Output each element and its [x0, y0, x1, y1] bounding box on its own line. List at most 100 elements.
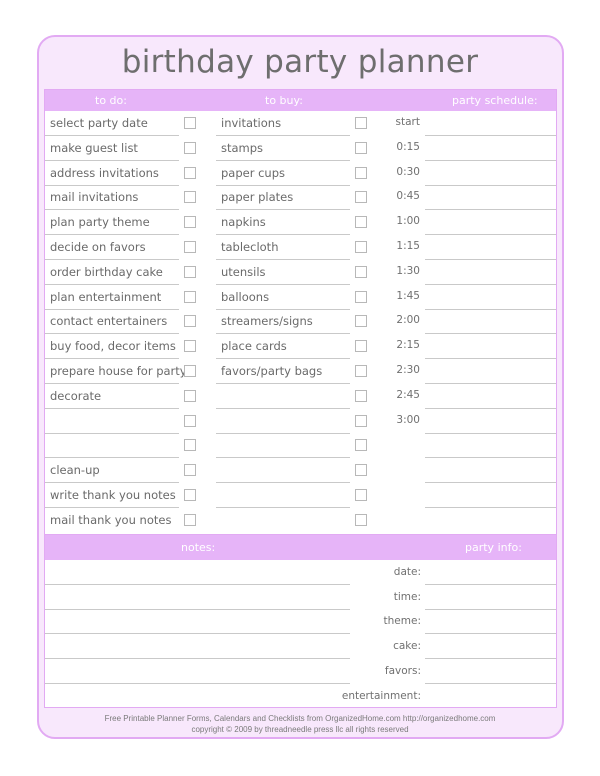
tobuy-checkbox[interactable] [355, 216, 367, 229]
checklist-row: mail thank you notes [45, 508, 556, 533]
schedule-time: 1:30 [396, 264, 420, 277]
todo-item: select party date [50, 116, 148, 130]
tobuy-checkbox[interactable] [355, 365, 367, 377]
schedule-time: 0:30 [396, 165, 420, 178]
checklist-row: decorate 2:45 [45, 384, 556, 409]
todo-checkbox[interactable] [184, 191, 196, 204]
tobuy-item: streamers/signs [221, 314, 313, 329]
tobuy-checkbox[interactable] [355, 315, 367, 328]
tobuy-item: tablecloth [221, 240, 279, 254]
todo-checkbox[interactable] [184, 513, 196, 526]
party-info-label: entertainment: [341, 689, 421, 702]
checklist-row: 3:00 [45, 409, 556, 434]
schedule-time: 3:00 [396, 413, 420, 426]
info-header-label: party info: [465, 541, 522, 554]
todo-checkbox[interactable] [184, 166, 196, 179]
schedule-time: 1:15 [396, 240, 420, 252]
schedule-time: 2:00 [396, 314, 420, 327]
checklist-row: prepare house for party favors/party bags… [45, 359, 556, 384]
tobuy-item: utensils [221, 264, 266, 279]
checklist-row: buy food, decor items place cards 2:15 [45, 334, 556, 360]
tobuy-checkbox[interactable] [355, 141, 367, 154]
todo-checkbox[interactable] [184, 464, 196, 477]
tobuy-checkbox[interactable] [355, 117, 367, 129]
tobuy-checkbox[interactable] [355, 389, 367, 402]
notes-row: cake: [45, 634, 556, 660]
party-info-label: cake: [393, 640, 421, 653]
checklist-row: address invitations paper cups 0:30 [45, 161, 556, 186]
todo-item: decorate [50, 388, 102, 403]
notes-row: time: [45, 585, 556, 610]
todo-checkbox[interactable] [184, 389, 196, 402]
todo-item: plan party theme [50, 215, 150, 230]
todo-item: make guest list [50, 140, 138, 155]
schedule-header: party schedule: [452, 94, 538, 107]
checklist-row: plan party theme napkins 1:00 [45, 210, 556, 236]
todo-item: mail invitations [50, 190, 139, 205]
checklist-row: contact entertainers streamers/signs 2:00 [45, 309, 556, 335]
schedule-time: 2:45 [396, 388, 420, 401]
tobuy-header: to buy: [265, 94, 303, 107]
tobuy-item: paper plates [221, 190, 294, 205]
todo-checkbox[interactable] [184, 439, 196, 452]
schedule-time: 2:30 [396, 364, 420, 376]
todo-item: plan entertainment [50, 289, 162, 304]
todo-checkbox[interactable] [184, 315, 196, 328]
footer-line-1: Free Printable Planner Forms, Calendars … [104, 714, 496, 723]
tobuy-checkbox[interactable] [355, 265, 367, 278]
todo-item: prepare house for party [50, 364, 187, 378]
todo-checkbox[interactable] [184, 290, 196, 303]
checklist-row: write thank you notes [45, 483, 556, 508]
todo-checkbox[interactable] [184, 117, 196, 129]
tobuy-checkbox[interactable] [355, 241, 367, 253]
party-info-label: favors: [384, 664, 421, 677]
checklist-panel: to do: to buy: party schedule: select pa… [44, 89, 557, 535]
checklist-row: select party date invitations start [45, 111, 556, 136]
tobuy-item: paper cups [221, 165, 286, 180]
schedule-time: start [395, 116, 420, 128]
notes-header-label: notes: [181, 541, 216, 554]
tobuy-checkbox[interactable] [355, 290, 367, 303]
tobuy-item: favors/party bags [221, 364, 323, 378]
checklist-row: order birthday cake utensils 1:30 [45, 260, 556, 285]
todo-item: address invitations [50, 165, 159, 180]
notes-row: date: [45, 560, 556, 585]
todo-item: contact entertainers [50, 314, 168, 329]
checklist-row [45, 433, 556, 459]
footer-line-2: copyright © 2009 by threadneedle press l… [191, 725, 409, 734]
schedule-time: 0:45 [396, 190, 420, 203]
todo-checkbox[interactable] [184, 365, 196, 377]
todo-checkbox[interactable] [184, 414, 196, 427]
tobuy-item: invitations [221, 116, 282, 130]
todo-item: buy food, decor items [50, 339, 176, 354]
todo-checkbox[interactable] [184, 489, 196, 501]
tobuy-checkbox[interactable] [355, 166, 367, 179]
tobuy-item: napkins [221, 215, 266, 230]
todo-checkbox[interactable] [184, 141, 196, 154]
tobuy-item: place cards [221, 339, 287, 354]
tobuy-checkbox[interactable] [355, 439, 367, 452]
todo-item: clean-up [50, 463, 100, 478]
tobuy-checkbox[interactable] [355, 489, 367, 501]
todo-checkbox[interactable] [184, 340, 196, 353]
todo-item: mail thank you notes [50, 512, 172, 527]
tobuy-checkbox[interactable] [355, 464, 367, 477]
notes-panel: notes: party info: date: time: theme: cake:… [44, 534, 557, 708]
tobuy-checkbox[interactable] [355, 513, 367, 526]
checklist-row: make guest list stamps 0:15 [45, 136, 556, 161]
tobuy-item: stamps [221, 140, 264, 155]
todo-header: to do: [95, 94, 127, 107]
tobuy-checkbox[interactable] [355, 340, 367, 353]
schedule-time: 2:15 [396, 339, 420, 352]
tobuy-checkbox[interactable] [355, 191, 367, 204]
todo-checkbox[interactable] [184, 216, 196, 229]
party-info-label: time: [393, 590, 421, 603]
todo-item: order birthday cake [50, 264, 163, 279]
tobuy-item: balloons [221, 289, 270, 304]
schedule-time: 1:45 [396, 289, 420, 302]
todo-checkbox[interactable] [184, 241, 196, 253]
tobuy-checkbox[interactable] [355, 414, 367, 427]
checklist-row: plan entertainment balloons 1:45 [45, 285, 556, 310]
party-info-label: theme: [383, 615, 421, 628]
todo-checkbox[interactable] [184, 265, 196, 278]
